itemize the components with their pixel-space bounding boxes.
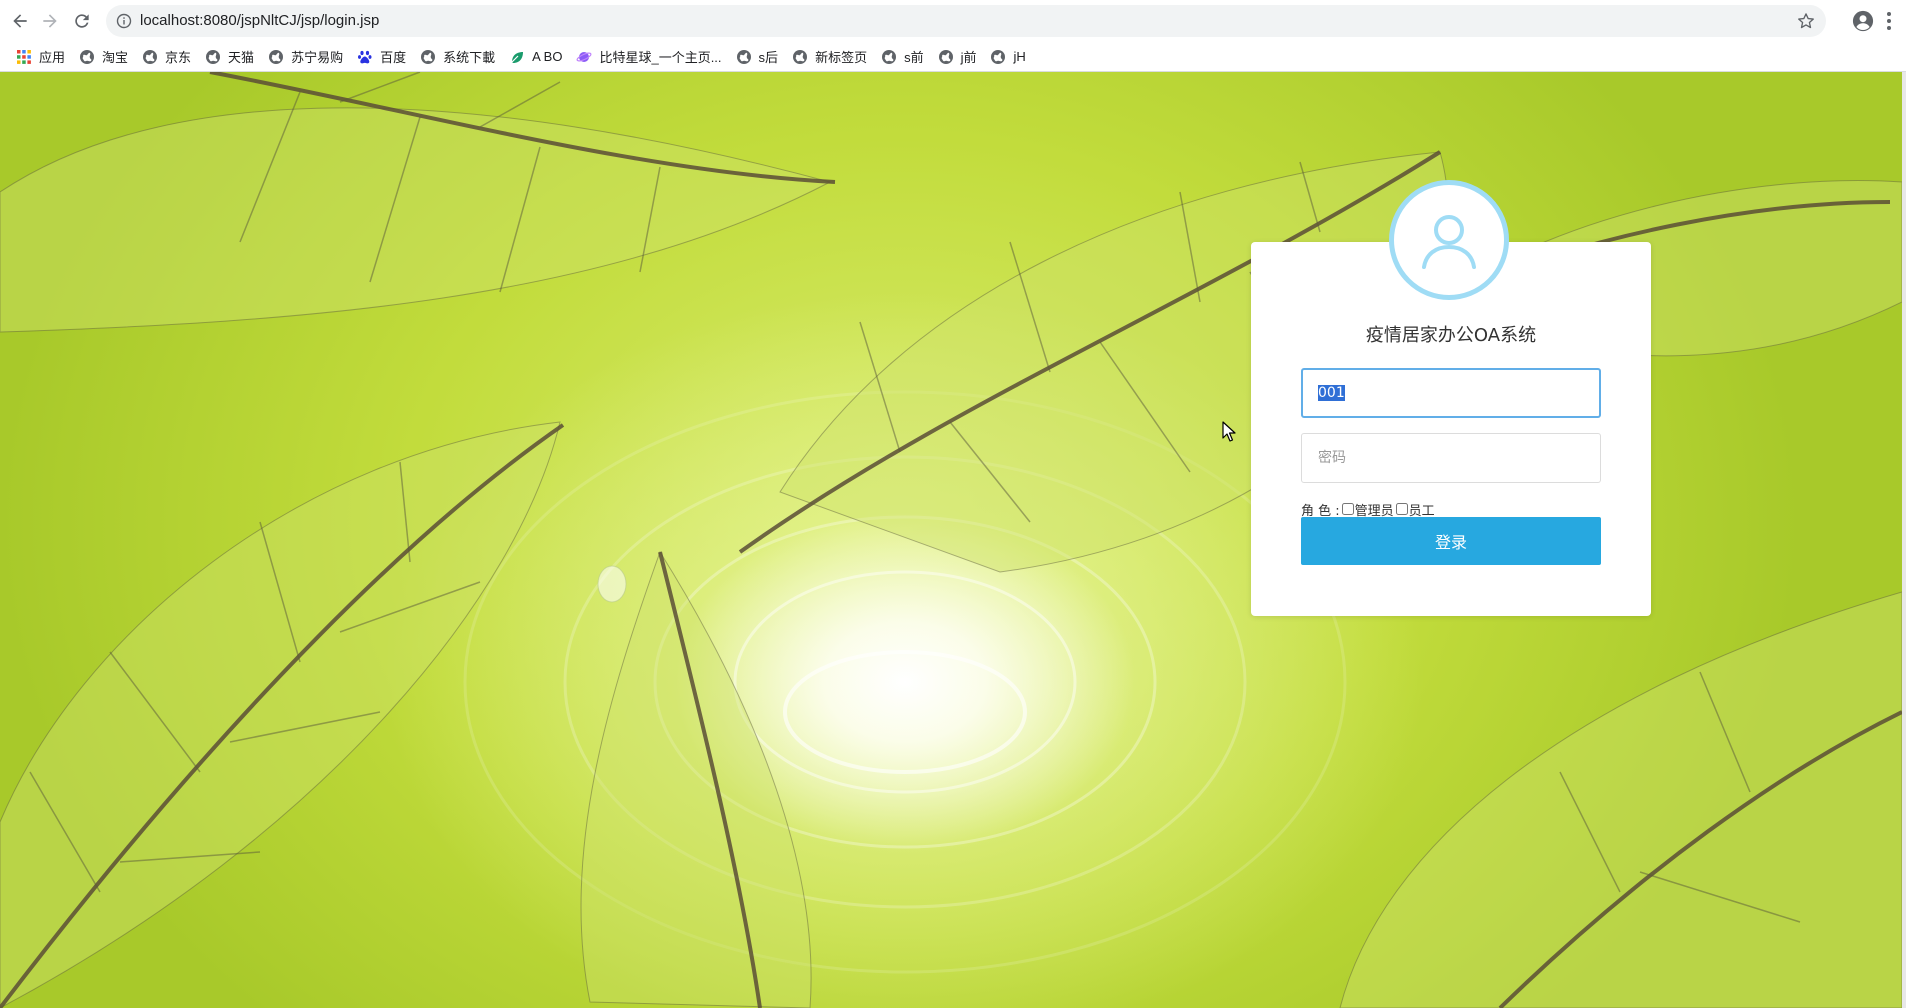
leaf-icon [511, 51, 524, 63]
info-icon[interactable] [116, 13, 132, 29]
bookmark-system-download[interactable]: 系统下載 [414, 45, 503, 69]
globe-icon [269, 49, 284, 64]
bookmark-abo[interactable]: A BO [503, 45, 570, 69]
globe-icon [793, 49, 808, 64]
bookmark-s-back[interactable]: s后 [730, 45, 787, 69]
bookmark-label: jH [1013, 49, 1026, 64]
forward-button[interactable] [36, 7, 64, 35]
bookmark-label: j前 [960, 50, 977, 65]
role-staff-checkbox[interactable] [1395, 503, 1408, 515]
bookmark-label: 比特星球_一个主页... [599, 50, 722, 65]
bookmark-label: A BO [532, 49, 563, 64]
globe-icon [991, 49, 1006, 64]
bookmark-label: 淘宝 [102, 50, 129, 65]
bookmark-s-front[interactable]: s前 [875, 45, 932, 69]
bookmark-new-tab[interactable]: 新标签页 [786, 45, 875, 69]
role-admin-label: 管理员 [1354, 503, 1394, 519]
bookmark-label: 苏宁易购 [291, 50, 344, 65]
user-icon [1422, 215, 1476, 269]
bookmark-tmall[interactable]: 天猫 [199, 45, 262, 69]
bookmark-label: s前 [904, 50, 924, 65]
reload-button[interactable] [68, 7, 96, 35]
bookmark-label: 新标签页 [815, 50, 868, 65]
bookmarks-bar: 应用 淘宝 京东 天猫 苏宁易购 百度 系统下載 A BO 比特星球_一个主页.… [0, 42, 1906, 72]
apps-grid-icon [17, 49, 31, 64]
bookmark-suning[interactable]: 苏宁易购 [262, 45, 351, 69]
bookmark-label: 系统下載 [443, 50, 496, 65]
globe-icon [143, 49, 158, 64]
profile-icon[interactable] [1852, 10, 1874, 32]
globe-icon [736, 49, 751, 64]
role-selector: 角 色 : 管理员 员工 [1301, 499, 1435, 519]
avatar [1389, 180, 1509, 300]
username-input[interactable] [1301, 368, 1601, 418]
globe-icon [882, 49, 897, 64]
mouse-cursor-icon [1222, 421, 1236, 442]
system-title: 疫情居家办公OA系统 [1365, 325, 1537, 346]
bookmark-label: 百度 [380, 50, 407, 65]
bookmark-label: 天猫 [228, 50, 255, 65]
bookmark-j-front[interactable]: j前 [932, 45, 985, 69]
bookmark-jh[interactable]: jH [984, 45, 1033, 69]
bookmark-apps[interactable]: 应用 [10, 45, 73, 69]
url-text[interactable]: localhost:8080/jspNltCJ/jsp/login.jsp [140, 5, 379, 37]
bookmark-star-icon[interactable] [1796, 11, 1816, 31]
kebab-menu-icon[interactable] [1886, 10, 1892, 32]
login-button[interactable]: 登录 [1301, 517, 1601, 565]
role-staff-label: 员工 [1408, 503, 1435, 519]
bookmark-label: 京东 [165, 50, 192, 65]
globe-icon [206, 49, 221, 64]
page-scrollbar[interactable] [1902, 72, 1906, 1008]
browser-toolbar: localhost:8080/jspNltCJ/jsp/login.jsp [0, 0, 1906, 42]
planet-icon [576, 51, 592, 62]
bookmark-bit-planet[interactable]: 比特星球_一个主页... [570, 45, 729, 69]
password-input[interactable] [1301, 433, 1601, 483]
bookmark-taobao[interactable]: 淘宝 [73, 45, 136, 69]
globe-icon [80, 49, 95, 64]
globe-icon [938, 49, 953, 64]
role-admin-checkbox[interactable] [1341, 503, 1354, 515]
bookmark-baidu[interactable]: 百度 [351, 45, 414, 69]
bookmark-jd[interactable]: 京东 [136, 45, 199, 69]
reload-icon [75, 14, 89, 28]
bookmark-label: s后 [758, 50, 779, 65]
arrow-right-icon [43, 14, 57, 28]
baidu-paw-icon [358, 50, 372, 63]
address-bar[interactable]: localhost:8080/jspNltCJ/jsp/login.jsp [106, 5, 1826, 37]
arrow-left-icon [13, 14, 27, 28]
role-label: 角 色 : [1301, 503, 1340, 519]
bookmark-label: 应用 [39, 50, 66, 65]
back-button[interactable] [6, 7, 34, 35]
globe-icon [421, 49, 436, 64]
